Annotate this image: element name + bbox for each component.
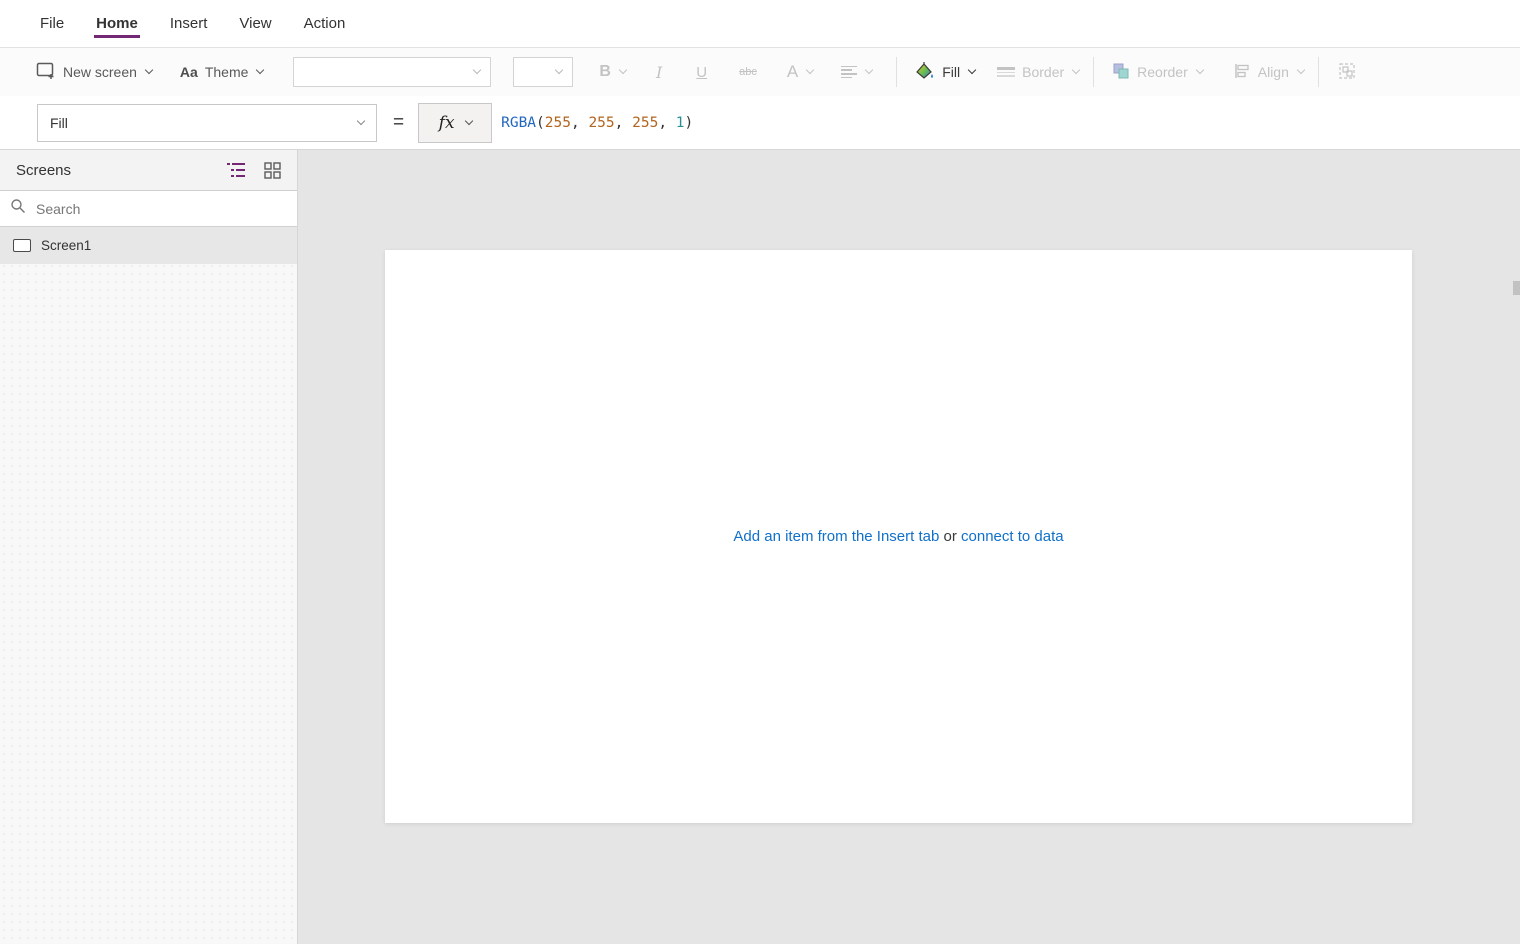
view-toggle-group [227,161,281,179]
underline-button[interactable]: U [696,64,707,81]
strikethrough-icon: abc [739,66,757,78]
menu-home[interactable]: Home [94,9,140,38]
chevron-down-icon [619,66,627,74]
font-size-dropdown[interactable] [513,57,573,87]
fill-button[interactable]: Fill [913,61,975,84]
align-label: Align [1258,64,1289,80]
screen-list-item[interactable]: Screen1 [0,227,297,264]
hint-or-text: or [939,528,961,545]
vertical-scrollbar-thumb[interactable] [1513,281,1520,295]
equals-sign: = [393,112,404,134]
connect-to-data-link[interactable]: connect to data [961,528,1064,545]
screens-panel-title: Screens [16,162,227,179]
chevron-down-icon [145,66,153,74]
fill-bucket-icon [913,61,935,84]
app-menubar: File Home Insert View Action [0,0,1520,48]
group-icon [1337,61,1357,84]
formula-token: ) [685,115,694,131]
border-icon [997,65,1015,79]
menu-file[interactable]: File [38,9,66,38]
text-align-button[interactable] [841,64,872,81]
fill-label: Fill [942,64,960,80]
tree-view-icon[interactable] [227,161,245,179]
screens-panel-header: Screens [0,150,297,190]
bold-button[interactable]: B [599,63,626,81]
screen-canvas[interactable]: Add an item from the Insert tab or conne… [385,250,1412,823]
align-objects-icon [1233,62,1251,83]
menu-insert[interactable]: Insert [168,9,210,38]
chevron-down-icon [1072,66,1080,74]
formula-token: , [571,115,588,131]
chevron-down-icon [806,66,814,74]
screen-item-label: Screen1 [41,238,91,253]
border-label: Border [1022,64,1064,80]
workspace: Screens [0,150,1520,944]
new-screen-icon [36,62,56,83]
formula-token: 255 [632,115,658,131]
ribbon-separator [1093,57,1094,87]
canvas-area: Add an item from the Insert tab or conne… [298,150,1520,944]
ribbon-separator [896,57,897,87]
fx-button[interactable]: fx [418,103,492,143]
insert-tab-link[interactable]: Add an item from the Insert tab [733,528,939,545]
chevron-down-icon [1196,66,1204,74]
bold-icon: B [599,63,611,81]
theme-icon: Aa [180,64,198,80]
screens-panel: Screens [0,150,298,944]
formula-bar: Fill = fx RGBA(255, 255, 255, 1) [0,96,1520,150]
align-left-icon [841,64,857,81]
chevron-down-icon [464,116,472,124]
fx-icon: fx [439,113,455,133]
chevron-down-icon [357,116,365,124]
font-family-dropdown[interactable] [293,57,491,87]
formula-token: RGBA [501,115,536,131]
formula-token: , [615,115,632,131]
property-selected-label: Fill [50,115,68,131]
ribbon-separator [1318,57,1319,87]
empty-canvas-hint: Add an item from the Insert tab or conne… [733,528,1063,545]
chevron-down-icon [473,66,481,74]
thumbnail-view-icon[interactable] [263,161,281,179]
group-button[interactable] [1337,61,1357,84]
formula-token: , [658,115,675,131]
search-icon [10,198,26,219]
chevron-down-icon [1297,66,1305,74]
menu-action[interactable]: Action [302,9,348,38]
menu-view[interactable]: View [237,9,273,38]
border-button[interactable]: Border [997,64,1079,80]
screens-search [0,190,297,227]
formula-token: 1 [676,115,685,131]
new-screen-label: New screen [63,64,137,80]
chevron-down-icon [968,66,976,74]
italic-icon: I [656,63,662,82]
chevron-down-icon [555,66,563,74]
property-dropdown[interactable]: Fill [37,104,377,142]
strikethrough-button[interactable]: abc [739,66,757,78]
reorder-icon [1112,62,1130,83]
new-screen-button[interactable]: New screen [36,62,152,83]
search-input[interactable] [34,200,287,218]
formula-token: 255 [588,115,614,131]
ribbon-toolbar: New screen Aa Theme B I U abc A [0,48,1520,96]
italic-button[interactable]: I [656,63,662,82]
formula-token: 255 [545,115,571,131]
theme-button[interactable]: Aa Theme [180,64,263,80]
screen-thumbnail-icon [13,239,31,252]
formula-token: ( [536,115,545,131]
underline-icon: U [696,64,707,81]
formula-input[interactable]: RGBA(255, 255, 255, 1) [501,115,693,131]
theme-label: Theme [205,64,249,80]
font-color-icon: A [787,62,798,82]
chevron-down-icon [865,66,873,74]
font-color-button[interactable]: A [787,62,813,82]
chevron-down-icon [256,66,264,74]
align-button[interactable]: Align [1233,62,1304,83]
reorder-button[interactable]: Reorder [1112,62,1203,83]
reorder-label: Reorder [1137,64,1188,80]
